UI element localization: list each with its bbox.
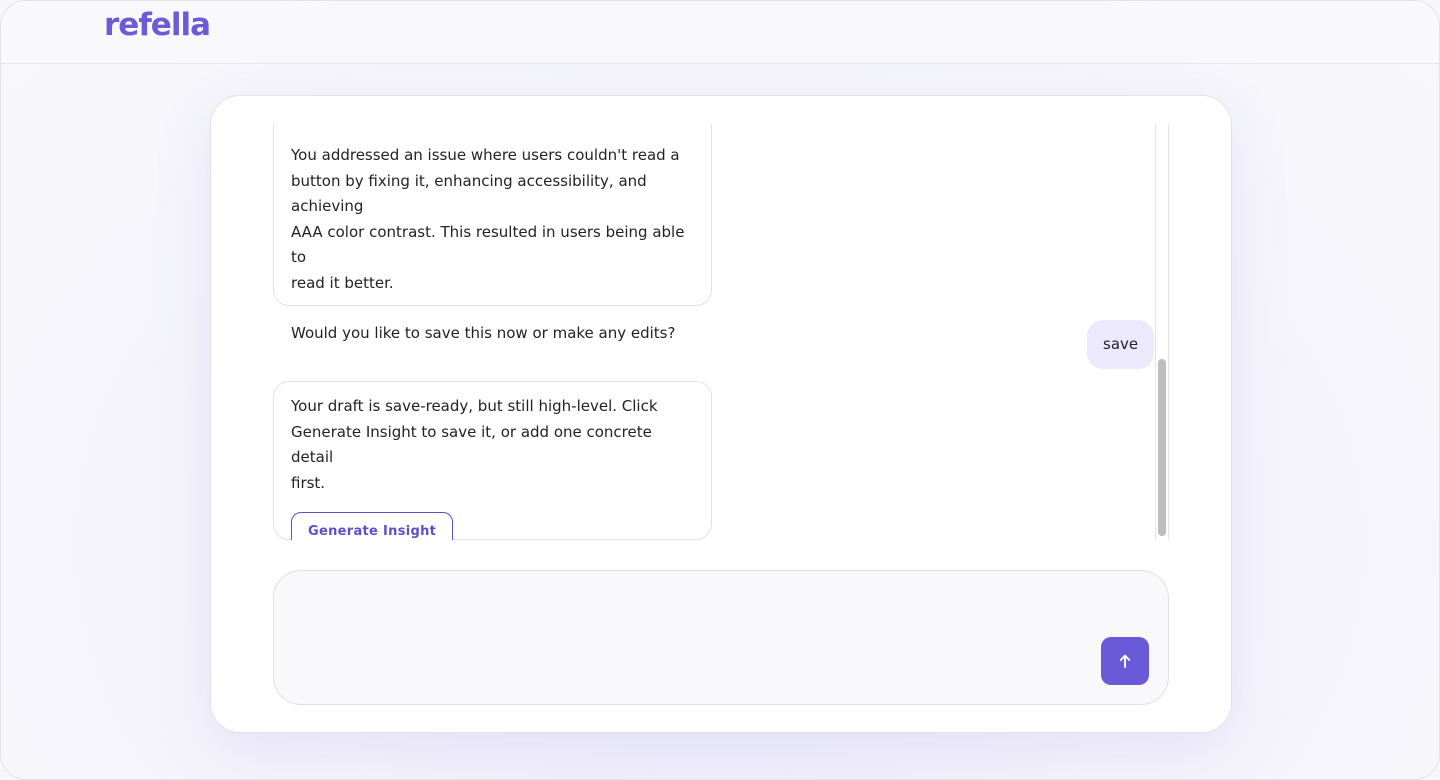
message-input[interactable]: [294, 587, 1088, 691]
user-message: save: [1087, 320, 1155, 369]
assistant-message: Your draft is save-ready, but still high…: [273, 381, 712, 540]
chat-panel: You addressed an issue where users could…: [210, 95, 1232, 733]
app-frame: refella You addressed an issue where use…: [0, 0, 1440, 780]
top-bar: refella: [1, 1, 1439, 64]
assistant-message: You addressed an issue where users could…: [273, 124, 712, 342]
generate-insight-button[interactable]: Generate Insight: [291, 512, 454, 540]
scrollbar-thumb[interactable]: [1158, 359, 1166, 536]
logo[interactable]: refella: [104, 7, 211, 43]
send-button[interactable]: [1101, 637, 1149, 685]
message-paragraph: You addressed an issue where users could…: [291, 146, 685, 292]
message-paragraph: Would you like to save this now or make …: [291, 324, 676, 342]
message-composer: [273, 570, 1169, 705]
arrow-up-icon: [1119, 654, 1131, 668]
user-message-text: save: [1103, 335, 1139, 353]
message-list: You addressed an issue where users could…: [273, 124, 1155, 540]
message-paragraph: Your draft is save-ready, but still high…: [291, 397, 658, 492]
scrollbar[interactable]: [1155, 124, 1169, 540]
